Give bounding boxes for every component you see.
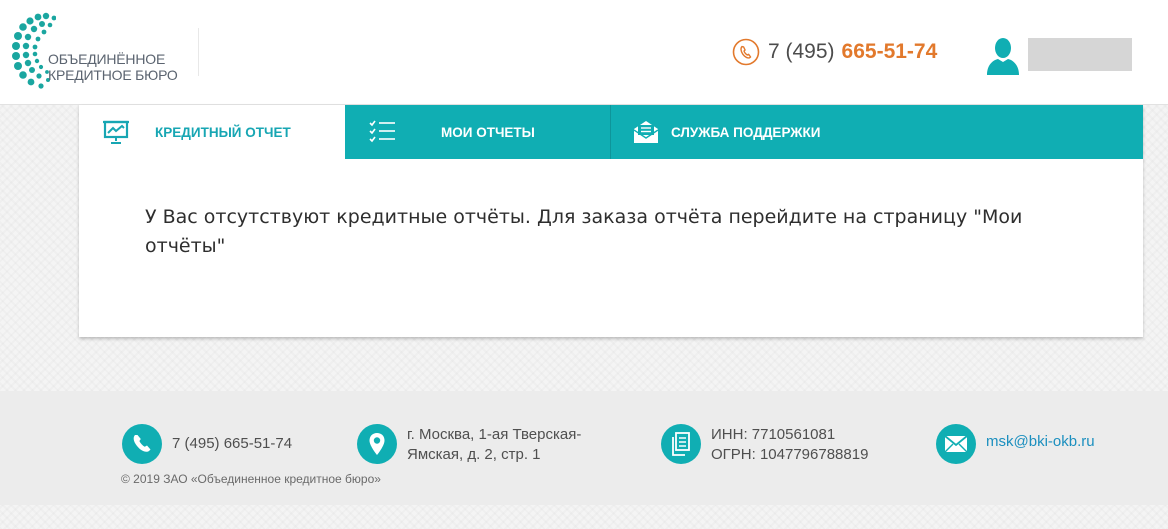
footer-phone-icon	[122, 424, 162, 464]
logo-line-1: ОБЪЕДИНЁННОЕ	[48, 51, 166, 67]
footer-inn: ИНН: 7710561081	[711, 426, 836, 443]
mail-icon	[944, 435, 968, 453]
user-name-redacted[interactable]	[1028, 38, 1132, 71]
logo[interactable]: ОБЪЕДИНЁННОЕ КРЕДИТНОЕ БЮРО	[12, 12, 182, 90]
copyright: © 2019 ЗАО «Объединенное кредитное бюро»	[121, 472, 381, 486]
footer-address-icon	[357, 424, 397, 464]
tab-credit-report-label: КРЕДИТНЫЙ ОТЧЕТ	[155, 124, 291, 140]
footer-email-icon	[936, 424, 976, 464]
site-footer: 7 (495) 665-51-74 г. Москва, 1-ая Тверск…	[0, 391, 1168, 505]
phone-icon	[732, 38, 760, 66]
tab-support[interactable]: СЛУЖБА ПОДДЕРЖКИ	[611, 105, 1143, 159]
tab-my-reports-label: МОИ ОТЧЕТЫ	[441, 124, 535, 140]
tab-support-label: СЛУЖБА ПОДДЕРЖКИ	[671, 124, 821, 140]
header-divider	[198, 28, 199, 76]
tab-credit-report[interactable]: КРЕДИТНЫЙ ОТЧЕТ	[79, 105, 345, 159]
handset-icon	[133, 435, 151, 452]
credit-report-card: КРЕДИТНЫЙ ОТЧЕТ МОИ ОТЧЕТЫ СЛУЖБА ПОДДЕР…	[79, 105, 1143, 337]
footer-address-line-1: г. Москва, 1-ая Тверская-	[407, 426, 582, 443]
footer-email-link[interactable]: msk@bki-okb.ru	[986, 432, 1095, 452]
checklist-icon	[369, 120, 395, 143]
footer-email[interactable]: msk@bki-okb.ru	[936, 424, 1095, 464]
user-icon[interactable]	[986, 37, 1020, 75]
tab-my-reports[interactable]: МОИ ОТЧЕТЫ	[345, 105, 611, 159]
footer-address-text: г. Москва, 1-ая Тверская- Ямская, д. 2, …	[407, 425, 607, 465]
phone-prefix: 7 (495)	[768, 40, 835, 63]
envelope-icon	[633, 121, 659, 143]
logo-line-2: КРЕДИТНОЕ БЮРО	[48, 67, 178, 83]
document-icon	[672, 432, 690, 456]
tab-bar: КРЕДИТНЫЙ ОТЧЕТ МОИ ОТЧЕТЫ СЛУЖБА ПОДДЕР…	[79, 105, 1143, 159]
map-pin-icon	[369, 433, 385, 455]
footer-requisites-text: ИНН: 7710561081 ОГРН: 1047796788819	[711, 425, 868, 465]
footer-address: г. Москва, 1-ая Тверская- Ямская, д. 2, …	[357, 424, 607, 465]
header-phone[interactable]: 7 (495) 665-51-74	[732, 38, 937, 66]
no-reports-message: У Вас отсутствуют кредитные отчёты. Для …	[145, 206, 1023, 257]
site-header: ОБЪЕДИНЁННОЕ КРЕДИТНОЕ БЮРО 7 (495) 665-…	[0, 0, 1168, 105]
footer-address-line-2: Ямская, д. 2, стр. 1	[407, 446, 541, 463]
chart-presentation-icon	[103, 120, 129, 144]
footer-ogrn: ОГРН: 1047796788819	[711, 446, 869, 463]
phone-number: 665-51-74	[841, 40, 938, 63]
footer-requisites: ИНН: 7710561081 ОГРН: 1047796788819	[661, 424, 868, 465]
footer-phone[interactable]: 7 (495) 665-51-74	[122, 424, 292, 464]
footer-document-icon	[661, 424, 701, 464]
logo-text: ОБЪЕДИНЁННОЕ КРЕДИТНОЕ БЮРО	[48, 51, 178, 83]
footer-phone-text: 7 (495) 665-51-74	[172, 435, 293, 452]
